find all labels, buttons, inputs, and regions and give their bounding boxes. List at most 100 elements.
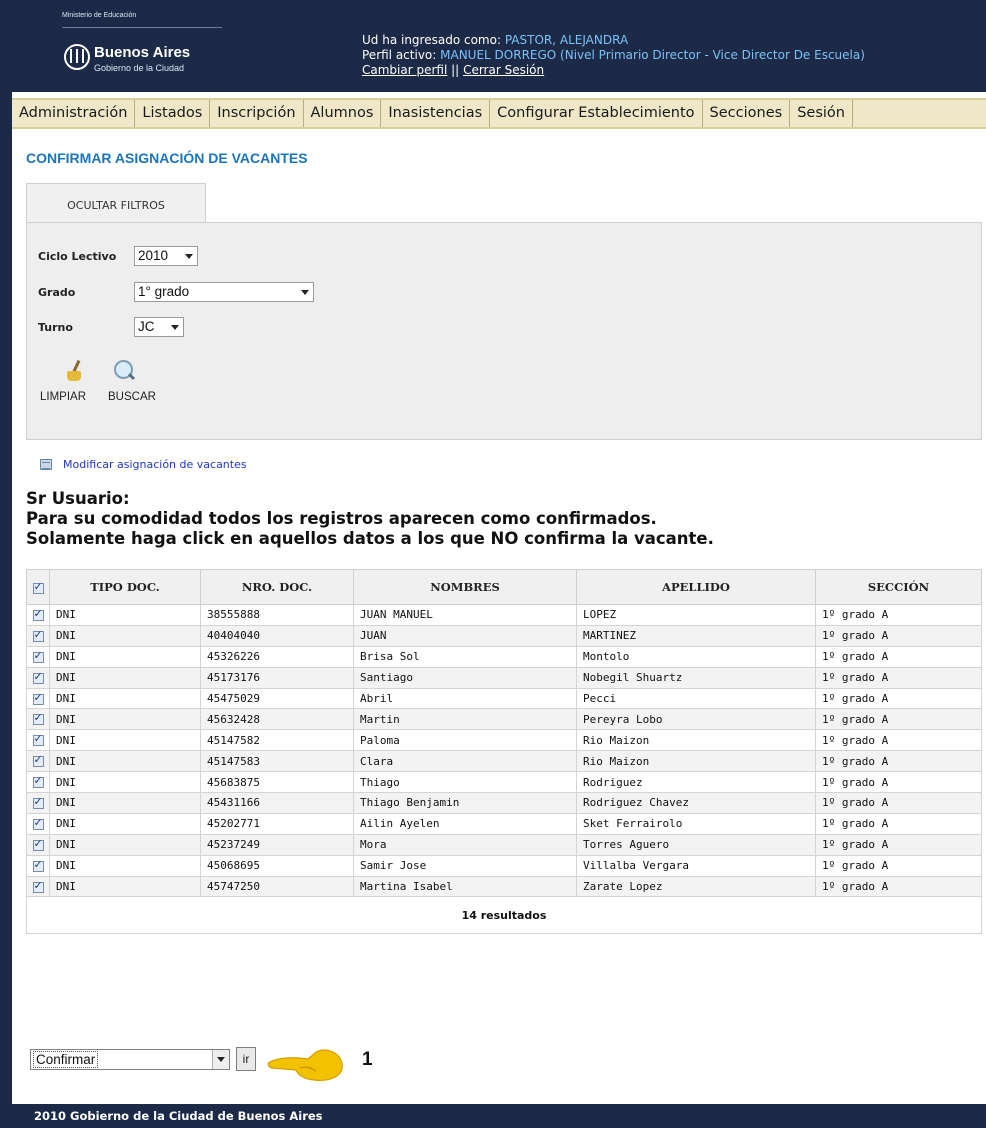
row-checkbox-cell[interactable] — [26, 729, 50, 752]
table-row[interactable]: DNI45147583ClaraRio Maizon1º grado A — [26, 750, 982, 773]
menu-administracion[interactable]: Administración — [12, 100, 136, 127]
table-row[interactable]: DNI45068695Samir JoseVillalba Vergara1º … — [26, 854, 982, 877]
row-checkbox[interactable] — [32, 837, 44, 851]
select-all-header[interactable] — [26, 569, 50, 605]
header-tipo-doc[interactable]: TIPO DOC. — [49, 569, 201, 605]
notice-line-1: Sr Usuario: — [26, 489, 130, 508]
menu-listados[interactable]: Listados — [135, 100, 211, 127]
select-all-checkbox[interactable] — [32, 580, 44, 594]
row-checkbox-cell[interactable] — [26, 604, 50, 626]
row-checkbox[interactable] — [32, 670, 44, 684]
vacancies-table: TIPO DOC. NRO. DOC. NOMBRES APELLIDO SEC… — [26, 569, 982, 935]
table-row[interactable]: DNI38555888JUAN MANUELLOPEZ1º grado A — [26, 604, 982, 626]
row-checkbox-cell[interactable] — [26, 833, 50, 856]
row-checkbox-cell[interactable] — [26, 666, 50, 689]
row-checkbox-cell[interactable] — [26, 624, 50, 647]
ciclo-lectivo-value: 2010 — [138, 248, 169, 263]
ciclo-lectivo-select[interactable]: 2010 — [134, 246, 198, 266]
row-checkbox[interactable] — [32, 753, 44, 768]
row-checkbox-cell[interactable] — [26, 750, 50, 773]
search-button[interactable]: BUSCAR — [108, 391, 156, 403]
menu-secciones[interactable]: Secciones — [703, 100, 791, 127]
header-seccion[interactable]: SECCIÓN — [815, 569, 982, 605]
cell-nro: 45475029 — [200, 687, 354, 710]
magnifier-icon[interactable] — [114, 360, 136, 382]
clear-button[interactable]: LIMPIAR — [40, 391, 86, 403]
turno-label: Turno — [38, 321, 73, 334]
row-checkbox[interactable] — [32, 879, 44, 893]
cell-nombres: Martina Isabel — [353, 875, 577, 898]
header-nombres[interactable]: NOMBRES — [353, 569, 577, 605]
header-apellido[interactable]: APELLIDO — [576, 569, 816, 605]
table-row[interactable]: DNI45147582PalomaRio Maizon1º grado A — [26, 729, 982, 752]
table-row[interactable]: DNI45173176SantiagoNobegil Shuartz1º gra… — [26, 666, 982, 689]
action-select[interactable]: Confirmar — [30, 1049, 230, 1070]
notice-line-3: Solamente haga click en aquellos datos a… — [26, 529, 714, 548]
cell-nro: 45431166 — [200, 792, 354, 814]
menu-alumnos[interactable]: Alumnos — [304, 100, 382, 127]
row-checkbox[interactable] — [32, 607, 44, 621]
chevron-down-icon — [171, 325, 179, 330]
row-checkbox-cell[interactable] — [26, 708, 50, 731]
cell-nro: 45068695 — [200, 854, 354, 877]
modify-assignment-link[interactable]: Modificar asignación de vacantes — [63, 458, 247, 471]
cell-apellido: MARTINEZ — [576, 624, 816, 647]
header-nro-doc[interactable]: NRO. DOC. — [200, 569, 354, 605]
row-checkbox-cell[interactable] — [26, 854, 50, 877]
row-checkbox[interactable] — [32, 691, 44, 705]
broom-icon[interactable] — [67, 359, 81, 382]
grado-label: Grado — [38, 286, 76, 299]
row-checkbox-cell[interactable] — [26, 645, 50, 668]
row-checkbox[interactable] — [32, 649, 44, 663]
table-row[interactable]: DNI45475029AbrilPecci1º grado A — [26, 687, 982, 710]
cell-nombres: Samir Jose — [353, 854, 577, 877]
row-checkbox-cell[interactable] — [26, 875, 50, 898]
cell-apellido: Nobegil Shuartz — [576, 666, 816, 689]
change-profile-link[interactable]: Cambiar perfil — [362, 63, 447, 77]
row-checkbox-cell[interactable] — [26, 792, 50, 814]
row-checkbox-cell[interactable] — [26, 771, 50, 794]
go-button[interactable]: ir — [236, 1047, 256, 1071]
menu-inscripcion[interactable]: Inscripción — [210, 100, 304, 127]
menu-sesion[interactable]: Sesión — [790, 100, 853, 127]
table-row[interactable]: DNI45632428MartinPereyra Lobo1º grado A — [26, 708, 982, 731]
cell-nombres: Abril — [353, 687, 577, 710]
row-checkbox[interactable] — [32, 858, 44, 872]
cell-apellido: LOPEZ — [576, 604, 816, 626]
row-checkbox[interactable] — [32, 732, 44, 747]
cell-tipo: DNI — [49, 624, 201, 647]
table-row[interactable]: DNI45431166Thiago BenjaminRodriguez Chav… — [26, 792, 982, 814]
row-checkbox[interactable] — [32, 628, 44, 642]
row-checkbox[interactable] — [32, 795, 44, 809]
cell-seccion: 1º grado A — [815, 854, 982, 877]
logout-link[interactable]: Cerrar Sesión — [463, 63, 544, 77]
row-checkbox-cell[interactable] — [26, 812, 50, 835]
row-checkbox[interactable] — [32, 774, 44, 789]
table-row[interactable]: DNI40404040JUANMARTINEZ1º grado A — [26, 624, 982, 647]
cell-tipo: DNI — [49, 833, 201, 856]
table-row[interactable]: DNI45237249MoraTorres Aguero1º grado A — [26, 833, 982, 856]
table-row[interactable]: DNI45747250Martina IsabelZarate Lopez1º … — [26, 875, 982, 898]
chevron-down-icon — [301, 290, 309, 295]
grado-select[interactable]: 1° grado — [134, 282, 314, 302]
main-menu: Administración Listados Inscripción Alum… — [12, 98, 986, 129]
cell-nombres: Paloma — [353, 729, 577, 752]
page-title: CONFIRMAR ASIGNACIÓN DE VACANTES — [26, 150, 308, 166]
user-info: Ud ha ingresado como: PASTOR, ALEJANDRA … — [362, 33, 865, 78]
cell-tipo: DNI — [49, 792, 201, 814]
menu-inasistencias[interactable]: Inasistencias — [381, 100, 491, 127]
table-row[interactable]: DNI45202771Ailin AyelenSket Ferrairolo1º… — [26, 812, 982, 835]
turno-select[interactable]: JC — [134, 317, 184, 337]
notice-line-2: Para su comodidad todos los registros ap… — [26, 509, 657, 528]
row-checkbox[interactable] — [32, 711, 44, 726]
menu-configurar-establecimiento[interactable]: Configurar Establecimiento — [490, 100, 703, 127]
cell-tipo: DNI — [49, 812, 201, 835]
table-row[interactable]: DNI45683875ThiagoRodriguez1º grado A — [26, 771, 982, 794]
row-checkbox-cell[interactable] — [26, 687, 50, 710]
cell-tipo: DNI — [49, 645, 201, 668]
row-checkbox[interactable] — [32, 816, 44, 830]
toggle-filters-tab[interactable]: OCULTAR FILTROS — [26, 183, 206, 223]
profile-line: Perfil activo: MANUEL DORREGO (Nivel Pri… — [362, 48, 865, 63]
cell-apellido: Rio Maizon — [576, 729, 816, 752]
table-row[interactable]: DNI45326226Brisa SolMontolo1º grado A — [26, 645, 982, 668]
